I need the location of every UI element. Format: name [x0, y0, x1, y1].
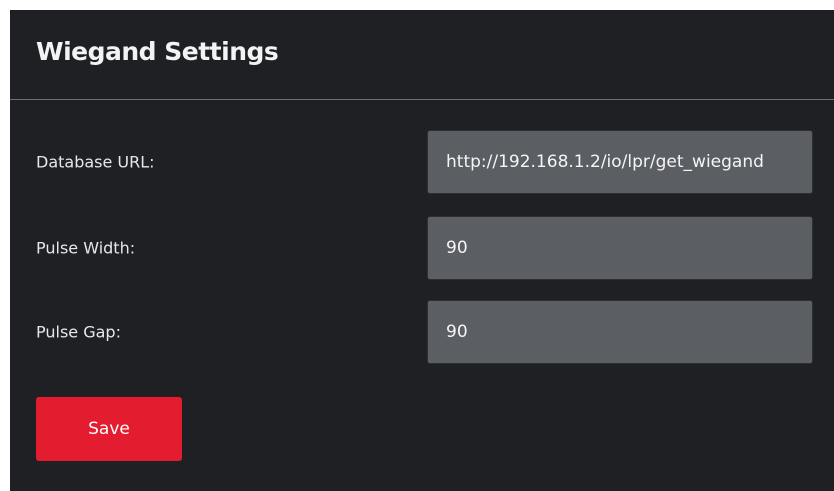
database-url-input[interactable]	[427, 130, 813, 194]
pulse-width-input[interactable]	[427, 216, 813, 280]
pulse-width-label: Pulse Width:	[36, 238, 136, 258]
database-url-label: Database URL:	[36, 152, 155, 172]
panel-header: Wiegand Settings	[10, 10, 834, 100]
pulse-gap-row: Pulse Gap:	[10, 300, 834, 364]
wiegand-settings-panel: Wiegand Settings Database URL: Pulse Wid…	[10, 10, 834, 491]
save-button[interactable]: Save	[36, 397, 182, 461]
pulse-gap-label: Pulse Gap:	[36, 322, 121, 342]
pulse-gap-input[interactable]	[427, 300, 813, 364]
pulse-width-row: Pulse Width:	[10, 216, 834, 280]
database-url-row: Database URL:	[10, 130, 834, 194]
panel-title: Wiegand Settings	[36, 37, 279, 66]
